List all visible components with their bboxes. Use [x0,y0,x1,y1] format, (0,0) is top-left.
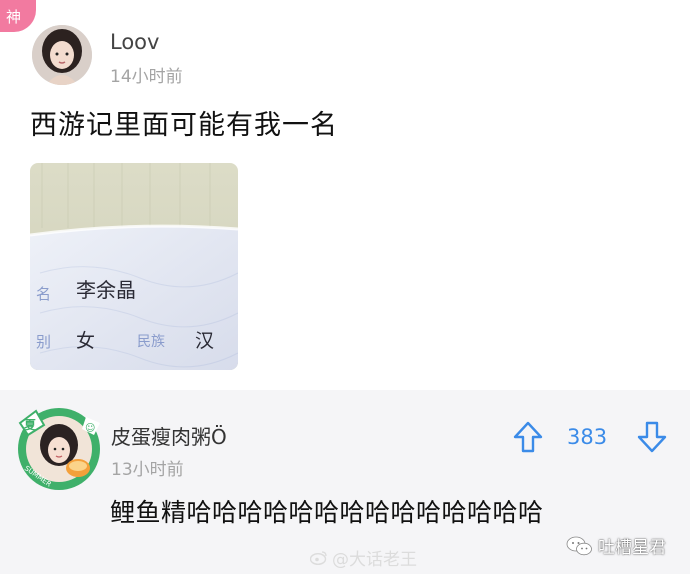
comment-text: 鲤鱼精哈哈哈哈哈哈哈哈哈哈哈哈哈哈 [110,498,544,527]
weibo-watermark: @大话老王 [310,545,417,570]
avatar-image [32,25,92,85]
summer-avatar-frame: 夏 ☺ SUMMER [18,408,100,490]
id-card-photo: 名 李余晶 别 女 民族 汉 [30,163,238,370]
svg-text:☺: ☺ [85,423,95,434]
badge-label: 神 [6,7,22,26]
label-ethnic-key: 民族 [137,334,165,350]
post-image[interactable]: 名 李余晶 别 女 民族 汉 [30,163,238,370]
avatar[interactable] [32,25,92,85]
label-name-key: 名 [36,285,51,303]
upvote-icon[interactable] [512,420,544,454]
label-sex-value: 女 [76,330,95,352]
post-timestamp: 14小时前 [110,67,183,87]
weibo-icon [310,551,327,565]
comment-username[interactable]: 皮蛋瘦肉粥Ö [111,421,227,450]
svg-text:夏: 夏 [24,418,37,432]
downvote-icon[interactable] [636,420,668,454]
post-username[interactable]: Loov [110,30,159,54]
wechat-watermark: 吐槽星君 [566,533,666,558]
weibo-watermark-text: @大话老王 [332,550,417,570]
comment-timestamp: 13小时前 [111,460,184,480]
label-name-value: 李余晶 [76,278,136,302]
wechat-icon [566,536,592,555]
comment-avatar[interactable]: 夏 ☺ SUMMER [14,405,104,493]
label-sex-key: 别 [36,333,51,351]
post-text: 西游记里面可能有我一名 [30,110,338,141]
vote-count: 383 [567,425,608,449]
wechat-watermark-text: 吐槽星君 [598,538,666,558]
label-ethnic-value: 汉 [195,330,214,352]
